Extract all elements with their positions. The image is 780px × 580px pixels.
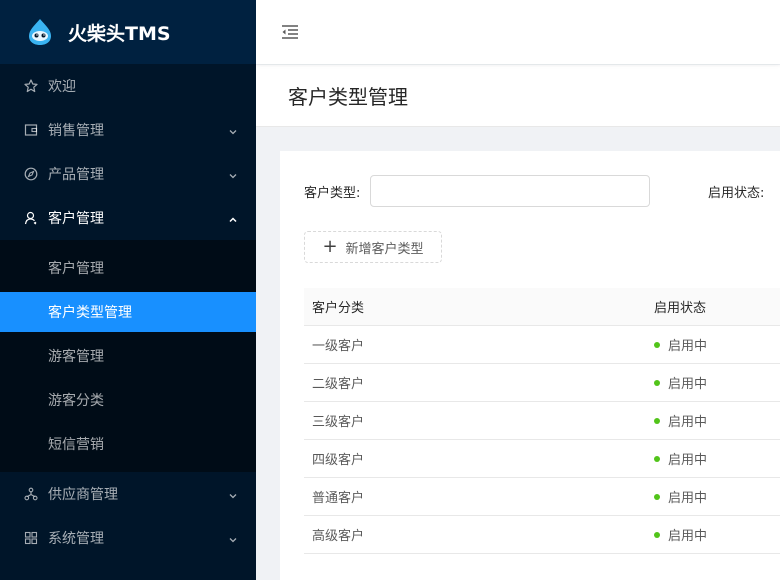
table-row[interactable]: 四级客户 启用中: [304, 440, 780, 478]
plus-icon: +: [322, 236, 338, 257]
category-cell: 四级客户: [312, 453, 365, 468]
table-row[interactable]: 高级客户 启用中: [304, 516, 780, 554]
status-dot-icon: [654, 379, 660, 386]
top-header: [256, 0, 780, 64]
status-cell: 启用中: [644, 373, 780, 392]
page-header: 客户类型管理: [256, 65, 780, 127]
status-cell: 启用中: [644, 449, 780, 468]
menu-item-label: 客户管理: [48, 211, 104, 227]
table-row[interactable]: 一级客户 启用中: [304, 326, 780, 364]
submenu-item-customer-type-management[interactable]: 客户类型管理: [0, 292, 256, 332]
content-card: 客户类型: 启用状态: + 新增客户类型 客户分类 启用状态 一级客户 启用中 …: [280, 151, 780, 580]
menu-item-label: 系统管理: [48, 531, 104, 547]
status-text: 启用中: [668, 377, 708, 392]
status-cell: 启用中: [644, 335, 780, 354]
table-row[interactable]: 普通客户 启用中: [304, 478, 780, 516]
category-cell: 高级客户: [312, 529, 365, 544]
main-content: 客户类型管理 客户类型: 启用状态: + 新增客户类型 客户分类 启用状态 一级…: [256, 0, 780, 580]
category-cell: 一级客户: [312, 339, 365, 354]
status-text: 启用中: [668, 339, 708, 354]
user-icon: [24, 211, 38, 225]
menu-item-label: 销售管理: [48, 123, 104, 139]
category-cell: 三级客户: [312, 415, 365, 430]
chevron-down-icon: [228, 169, 238, 179]
submenu-item-sms-marketing[interactable]: 短信营销: [0, 424, 256, 464]
customers-submenu: 客户管理 客户类型管理 游客管理 游客分类 短信营销: [0, 240, 256, 472]
status-cell: 启用中: [644, 487, 780, 506]
menu-item-welcome[interactable]: 欢迎: [0, 64, 256, 108]
status-dot-icon: [654, 417, 660, 424]
menu-item-sales[interactable]: 销售管理: [0, 108, 256, 152]
submenu-item-customer-management[interactable]: 客户管理: [0, 248, 256, 288]
chevron-down-icon: [228, 489, 238, 499]
logo-icon: [24, 16, 56, 48]
status-cell: 启用中: [644, 525, 780, 544]
category-cell: 二级客户: [312, 377, 365, 392]
submenu-item-visitor-management[interactable]: 游客管理: [0, 336, 256, 376]
table-row[interactable]: 二级客户 启用中: [304, 364, 780, 402]
add-button-label: 新增客户类型: [345, 241, 424, 257]
page-title: 客户类型管理: [288, 85, 408, 109]
status-text: 启用中: [668, 491, 708, 506]
column-header-category[interactable]: 客户分类: [304, 297, 644, 316]
menu-item-suppliers[interactable]: 供应商管理: [0, 472, 256, 516]
menu-fold-icon[interactable]: [280, 22, 300, 42]
status-dot-icon: [654, 341, 660, 348]
status-dot-icon: [654, 493, 660, 500]
type-filter-label: 客户类型:: [304, 185, 361, 201]
status-text: 启用中: [668, 453, 708, 468]
status-dot-icon: [654, 455, 660, 462]
network-icon: [24, 487, 38, 501]
chevron-down-icon: [228, 533, 238, 543]
status-filter-label: 启用状态:: [708, 185, 765, 201]
menu-item-products[interactable]: 产品管理: [0, 152, 256, 196]
appstore-icon: [24, 531, 38, 545]
category-cell: 普通客户: [312, 491, 365, 506]
chevron-up-icon: [228, 213, 238, 223]
table-row[interactable]: 三级客户 启用中: [304, 402, 780, 440]
sidebar: 火柴头TMS 欢迎 销售管理 产品管理 客户管理 客户管理 客户类型管理 游客管…: [0, 0, 256, 580]
customer-type-input[interactable]: [370, 175, 651, 207]
menu-item-customers[interactable]: 客户管理: [0, 196, 256, 240]
customer-type-table: 客户分类 启用状态 一级客户 启用中 二级客户 启用中 三级客户 启用中 四级客…: [304, 288, 780, 554]
logo-area[interactable]: 火柴头TMS: [0, 0, 256, 64]
chevron-down-icon: [228, 125, 238, 135]
submenu-item-visitor-category[interactable]: 游客分类: [0, 380, 256, 420]
star-icon: [24, 79, 38, 93]
column-header-status[interactable]: 启用状态: [644, 297, 780, 316]
app-title: 火柴头TMS: [68, 22, 171, 45]
compass-icon: [24, 167, 38, 181]
status-cell: 启用中: [644, 411, 780, 430]
menu-item-label: 欢迎: [48, 79, 76, 95]
status-dot-icon: [654, 531, 660, 538]
wallet-icon: [24, 123, 38, 137]
menu-item-system[interactable]: 系统管理: [0, 516, 256, 560]
status-text: 启用中: [668, 529, 708, 544]
type-filter: 客户类型:: [304, 175, 651, 207]
menu-item-label: 产品管理: [48, 167, 104, 183]
add-customer-type-button[interactable]: + 新增客户类型: [304, 231, 442, 263]
table-header: 客户分类 启用状态: [304, 288, 780, 326]
menu-item-label: 供应商管理: [48, 487, 118, 503]
status-text: 启用中: [668, 415, 708, 430]
